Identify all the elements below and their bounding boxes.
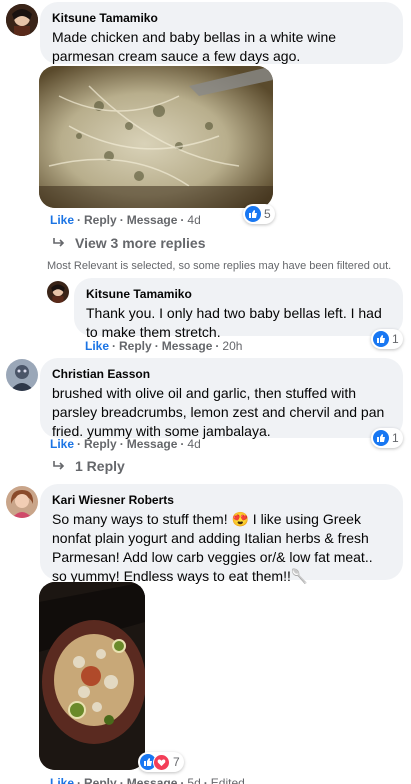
comment-photo[interactable]	[39, 582, 145, 770]
filter-notice: Most Relevant is selected, so some repli…	[47, 260, 392, 272]
reply-arrow-icon	[53, 238, 65, 247]
edited-label[interactable]: Edited	[211, 776, 245, 784]
avatar[interactable]	[6, 486, 38, 518]
comment-bubble: Christian Easson brushed with olive oil …	[40, 358, 403, 439]
comment-actions: Like · Reply · Message · 20h	[85, 339, 243, 353]
comment-author[interactable]: Christian Easson	[52, 366, 391, 382]
comment-author[interactable]: Kitsune Tamamiko	[86, 286, 391, 302]
comment-actions: Like · Reply · Message · 5d · Edited	[50, 775, 245, 784]
reaction-number: 5	[264, 207, 271, 221]
avatar[interactable]	[6, 359, 38, 391]
comment-time[interactable]: 4d	[187, 213, 200, 227]
avatar[interactable]	[47, 281, 69, 303]
comment-bubble: Kari Wiesner Roberts So many ways to stu…	[40, 484, 403, 584]
like-reaction-icon	[373, 430, 389, 446]
comment-time[interactable]: 20h	[222, 339, 242, 353]
comment-author[interactable]: Kari Wiesner Roberts	[52, 492, 391, 508]
reaction-count[interactable]: 1	[371, 428, 403, 448]
reaction-count[interactable]: 1	[371, 329, 403, 349]
comment-author[interactable]: Kitsune Tamamiko	[52, 10, 391, 26]
like-link[interactable]: Like	[50, 213, 74, 227]
comment-actions: Like · Reply · Message · 4d	[50, 437, 201, 451]
comment-text: Made chicken and baby bellas in a white …	[52, 29, 337, 64]
reply-link[interactable]: Reply	[84, 776, 117, 784]
love-reaction-icon	[153, 753, 170, 771]
message-link[interactable]: Message	[162, 339, 213, 353]
view-replies[interactable]: 1 Reply	[53, 458, 125, 474]
comment-bubble: Kitsune Tamamiko Made chicken and baby b…	[40, 2, 403, 64]
like-reaction-icon	[245, 206, 261, 222]
comment-time[interactable]: 4d	[187, 437, 200, 451]
like-link[interactable]: Like	[50, 776, 74, 784]
reaction-number: 7	[173, 755, 180, 769]
avatar[interactable]	[6, 4, 38, 36]
comment-text: brushed with olive oil and garlic, then …	[52, 385, 385, 439]
like-link[interactable]: Like	[85, 339, 109, 353]
reply-link[interactable]: Reply	[119, 339, 152, 353]
reply-link[interactable]: Reply	[84, 437, 117, 451]
like-link[interactable]: Like	[50, 437, 74, 451]
message-link[interactable]: Message	[127, 213, 178, 227]
view-more-replies-label: View 3 more replies	[75, 235, 206, 251]
comment-text: Thank you. I only had two baby bellas le…	[86, 305, 382, 340]
comment-text: So many ways to stuff them! 😍 I like usi…	[52, 511, 373, 584]
comment-actions: Like · Reply · Message · 4d	[50, 213, 201, 227]
like-reaction-icon	[373, 331, 389, 347]
comment-bubble: Kitsune Tamamiko Thank you. I only had t…	[74, 278, 403, 340]
view-replies-label: 1 Reply	[75, 458, 125, 474]
reaction-number: 1	[392, 431, 399, 445]
reaction-count[interactable]: 5	[243, 204, 275, 224]
comment-time[interactable]: 5d	[187, 776, 200, 784]
reaction-count[interactable]: 7	[138, 752, 184, 772]
view-more-replies[interactable]: View 3 more replies	[53, 235, 205, 251]
message-link[interactable]: Message	[127, 437, 178, 451]
reaction-number: 1	[392, 332, 399, 346]
comment-photo[interactable]	[39, 66, 273, 208]
message-link[interactable]: Message	[127, 776, 178, 784]
reply-link[interactable]: Reply	[84, 213, 117, 227]
reply-arrow-icon	[53, 461, 65, 470]
